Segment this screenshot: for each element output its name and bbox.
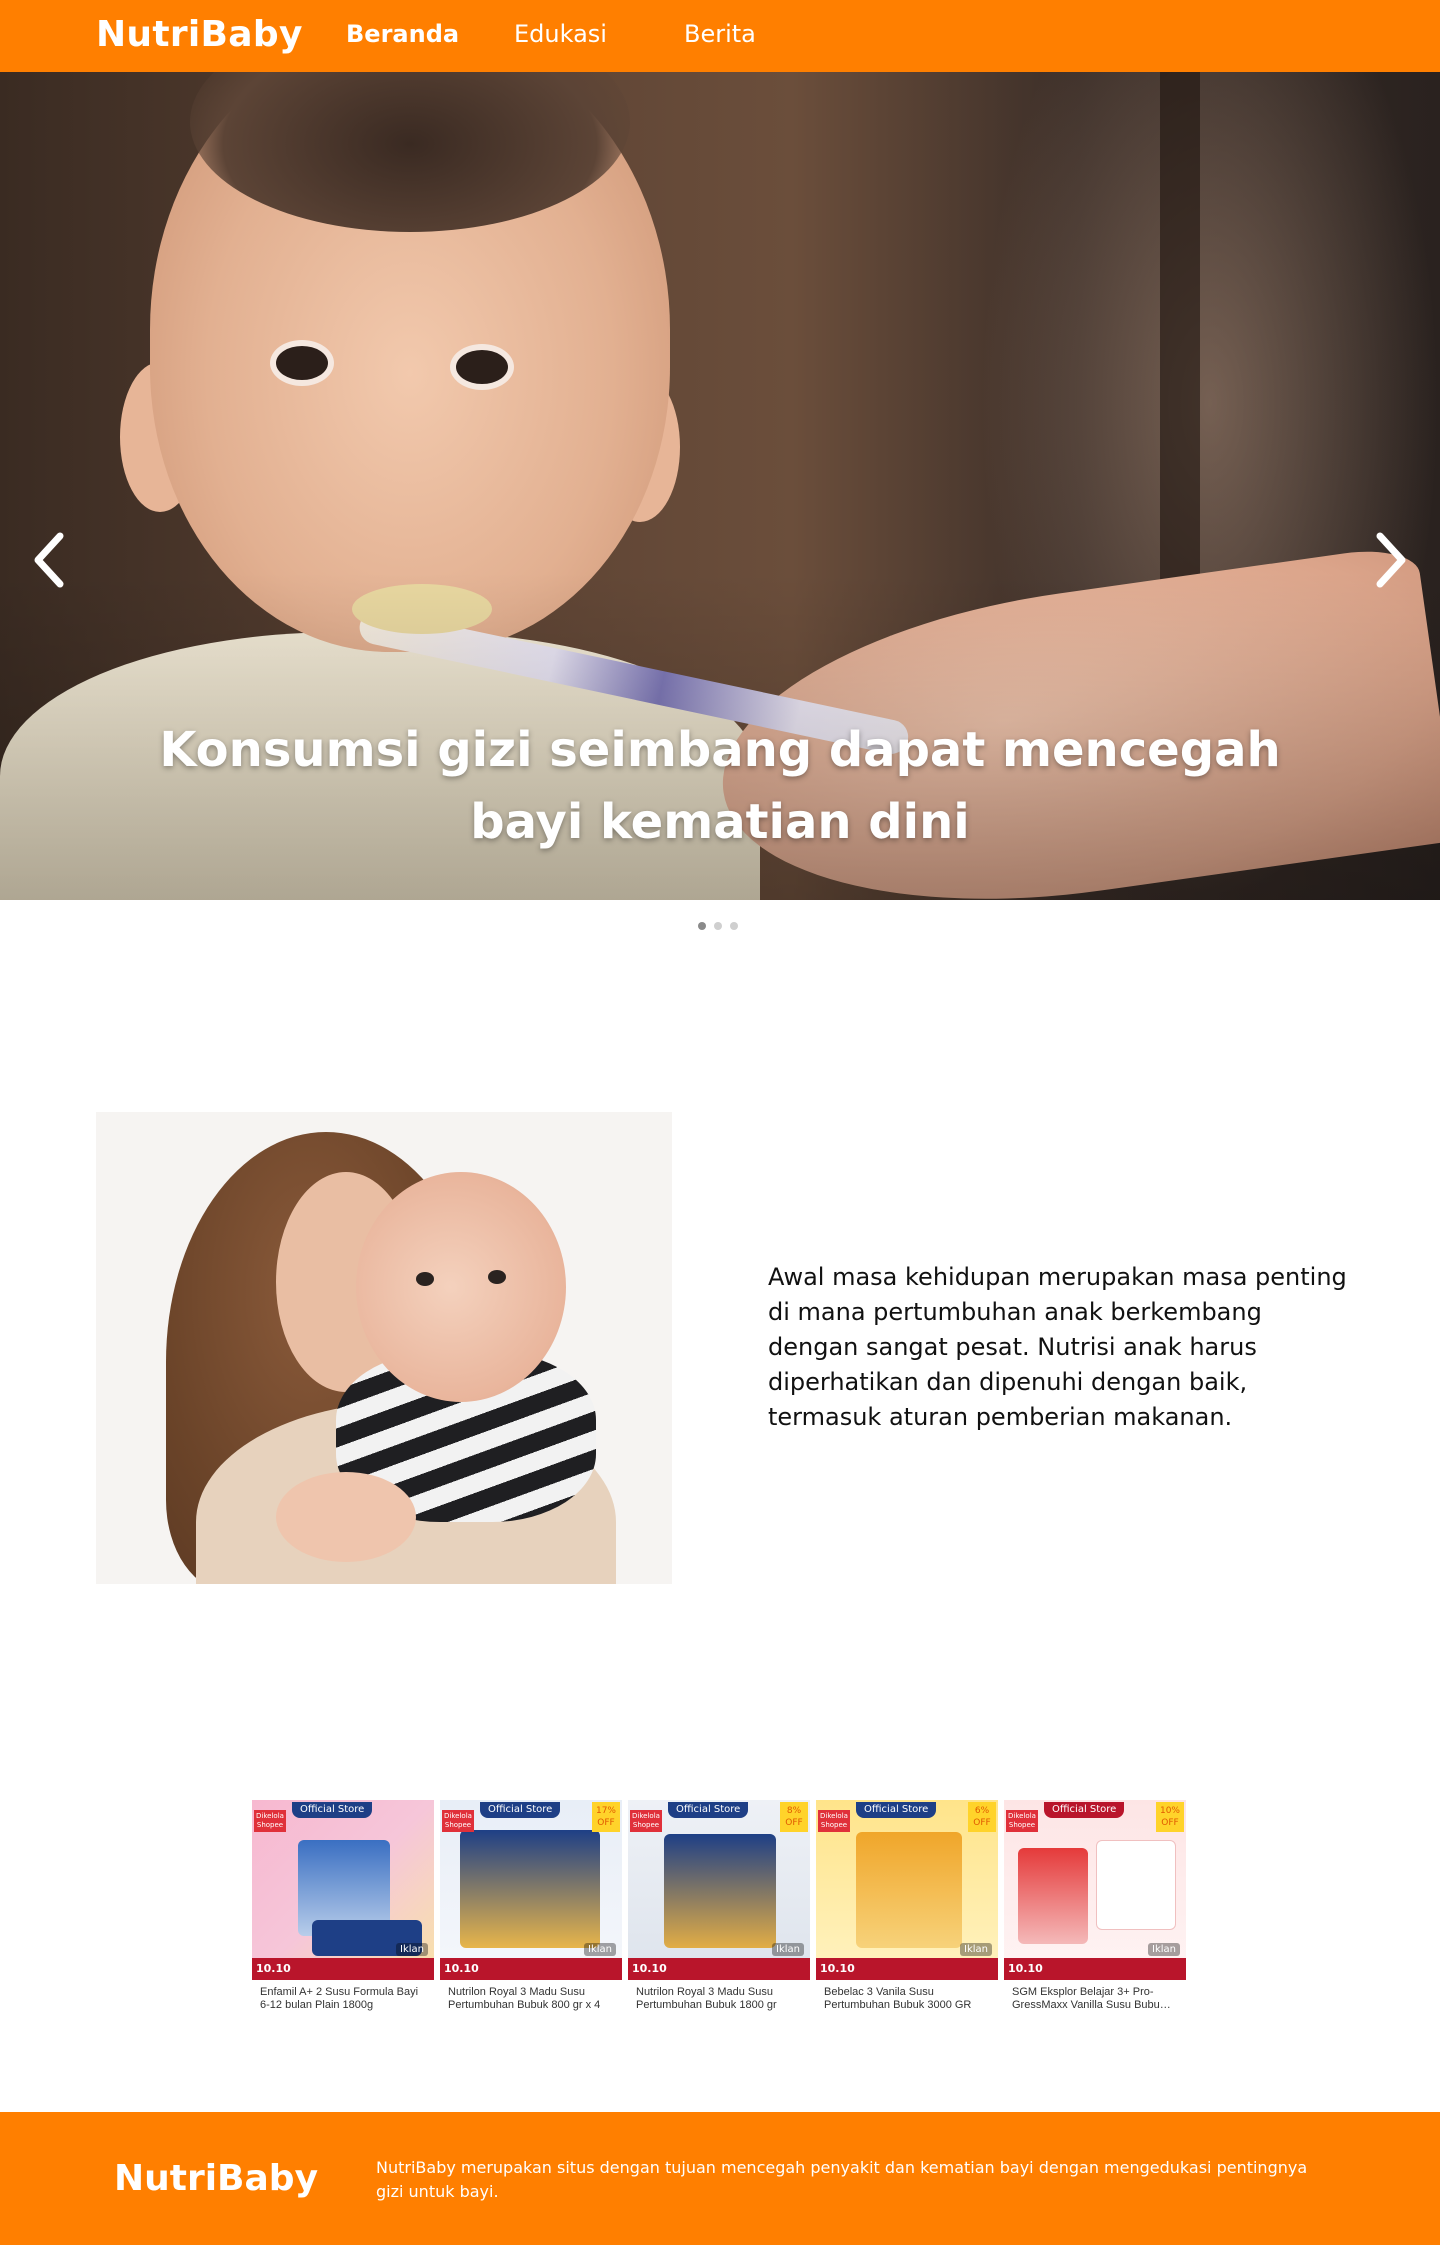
footer-description: NutriBaby merupakan situs dengan tujuan …: [376, 2158, 1308, 2201]
official-store-badge: Official Store: [668, 1802, 749, 1818]
ad-label: Iklan: [584, 1943, 616, 1956]
nav-link-beranda[interactable]: Beranda: [346, 20, 459, 48]
discount-badge: 6% OFF: [968, 1802, 996, 1832]
carousel-indicator-2[interactable]: [714, 922, 722, 930]
official-store-badge: Official Store: [292, 1802, 373, 1818]
brand-logo[interactable]: NutriBaby: [96, 14, 303, 55]
carousel-indicators: [698, 922, 738, 932]
mother-baby-photo: [96, 1112, 672, 1584]
site-footer: NutriBaby NutriBaby merupakan situs deng…: [0, 2112, 1440, 2245]
nav-link-edukasi[interactable]: Edukasi: [514, 20, 607, 48]
ad-label: Iklan: [772, 1943, 804, 1956]
ad-label: Iklan: [1148, 1943, 1180, 1956]
managed-badge: Dikelola Shopee: [254, 1810, 286, 1832]
chevron-right-icon: [1376, 532, 1406, 588]
product-card[interactable]: Dikelola Shopee Official Store 10% OFF I…: [1002, 1798, 1190, 2018]
official-store-badge: Official Store: [480, 1802, 561, 1818]
product-card[interactable]: Dikelola Shopee Official Store 6% OFF Ik…: [814, 1798, 1002, 2018]
product-name: Bebelac 3 Vanila Susu Pertumbuhan Bubuk …: [824, 1986, 972, 2011]
promo-strip: 10.10: [816, 1958, 998, 1980]
managed-badge: Dikelola Shopee: [1006, 1810, 1038, 1832]
info-paragraph: Awal masa kehidupan merupakan masa penti…: [768, 1263, 1347, 1431]
promo-strip: 10.10: [252, 1958, 434, 1980]
discount-badge: 8% OFF: [780, 1802, 808, 1832]
product-card[interactable]: Dikelola Shopee Official Store 8% OFF Ik…: [626, 1798, 814, 2018]
carousel-prev-button[interactable]: [26, 528, 74, 592]
ad-label: Iklan: [960, 1943, 992, 1956]
product-image: Dikelola Shopee Official Store Iklan 10.…: [252, 1800, 434, 1980]
managed-badge: Dikelola Shopee: [630, 1810, 662, 1832]
official-store-badge: Official Store: [856, 1802, 937, 1818]
managed-badge: Dikelola Shopee: [442, 1810, 474, 1832]
hero-carousel: Konsumsi gizi seimbang dapat mencegah ba…: [0, 72, 1440, 900]
product-card[interactable]: Dikelola Shopee Official Store Iklan 10.…: [250, 1798, 438, 2018]
product-image: Dikelola Shopee Official Store 17% OFF I…: [440, 1800, 622, 1980]
carousel-indicator-3[interactable]: [730, 922, 738, 930]
hero-caption: Konsumsi gizi seimbang dapat mencegah ba…: [159, 722, 1281, 850]
product-name: Nutrilon Royal 3 Madu Susu Pertumbuhan B…: [636, 1986, 777, 2011]
product-card[interactable]: Dikelola Shopee Official Store 17% OFF I…: [438, 1798, 626, 2018]
managed-badge: Dikelola Shopee: [818, 1810, 850, 1832]
product-image: Dikelola Shopee Official Store 6% OFF Ik…: [816, 1800, 998, 1980]
product-image: Dikelola Shopee Official Store 8% OFF Ik…: [628, 1800, 810, 1980]
discount-badge: 17% OFF: [592, 1802, 620, 1832]
discount-badge: 10% OFF: [1156, 1802, 1184, 1832]
promo-strip: 10.10: [440, 1958, 622, 1980]
nav-link-berita[interactable]: Berita: [684, 20, 756, 48]
promo-strip: 10.10: [1004, 1958, 1186, 1980]
product-ad-row: Dikelola Shopee Official Store Iklan 10.…: [250, 1798, 1190, 2018]
promo-strip: 10.10: [628, 1958, 810, 1980]
top-navbar: NutriBaby Beranda Edukasi Berita: [0, 0, 1440, 72]
footer-brand[interactable]: NutriBaby: [114, 2158, 318, 2199]
carousel-indicator-1[interactable]: [698, 922, 706, 930]
official-store-badge: Official Store: [1044, 1802, 1125, 1818]
ad-label: Iklan: [396, 1943, 428, 1956]
carousel-next-button[interactable]: [1366, 528, 1414, 592]
product-image: Dikelola Shopee Official Store 10% OFF I…: [1004, 1800, 1186, 1980]
product-name: SGM Eksplor Belajar 3+ Pro-GressMaxx Van…: [1012, 1986, 1171, 2011]
product-name: Nutrilon Royal 3 Madu Susu Pertumbuhan B…: [448, 1986, 601, 2011]
product-name: Enfamil A+ 2 Susu Formula Bayi 6-12 bula…: [260, 1986, 419, 2011]
chevron-left-icon: [34, 532, 64, 588]
